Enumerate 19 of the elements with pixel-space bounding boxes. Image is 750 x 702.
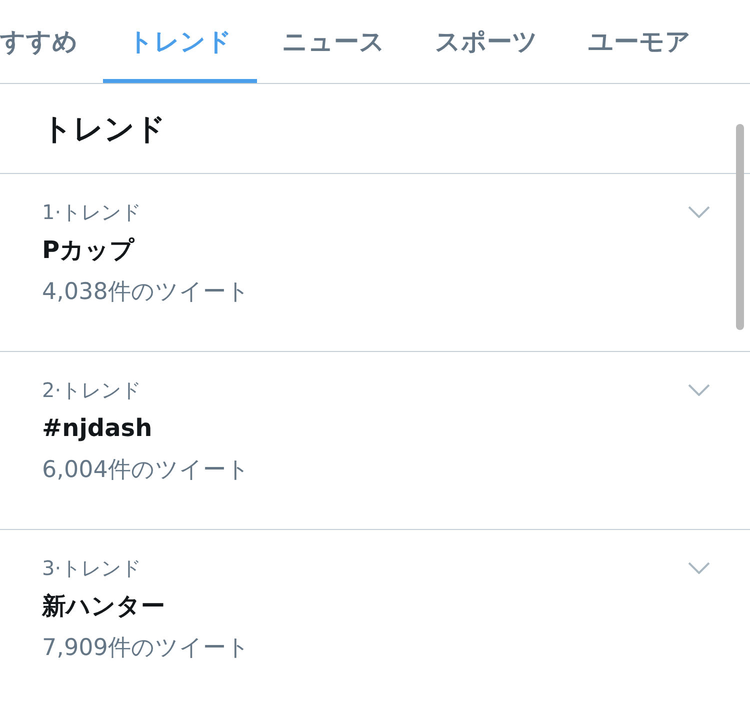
tweet-count: 4,038件のツイート (42, 278, 250, 307)
trend-rank: 3·トレンド (42, 555, 142, 582)
tweet-count: 6,004件のツイート (42, 456, 250, 485)
tweet-count: 7,909件のツイート (42, 634, 250, 663)
trend-rank: 2·トレンド (42, 377, 142, 404)
scrollbar-thumb[interactable] (736, 124, 744, 330)
tab[interactable]: トレンド (103, 0, 257, 83)
chevron-down-icon[interactable] (688, 206, 710, 218)
section-title: トレンド (42, 111, 166, 149)
chevron-down-icon[interactable] (688, 562, 710, 574)
tab[interactable]: ニュース (257, 0, 410, 83)
tab[interactable]: すすめ (0, 0, 103, 83)
trend-name[interactable]: Pカップ (42, 234, 135, 266)
trend-rank: 1·トレンド (42, 199, 142, 226)
tab[interactable]: ユーモア (563, 0, 716, 83)
tab[interactable]: スポーツ (410, 0, 563, 83)
trend-name[interactable]: 新ハンター (42, 590, 165, 622)
trend-name[interactable]: #njdash (42, 412, 152, 444)
chevron-down-icon[interactable] (688, 384, 710, 396)
